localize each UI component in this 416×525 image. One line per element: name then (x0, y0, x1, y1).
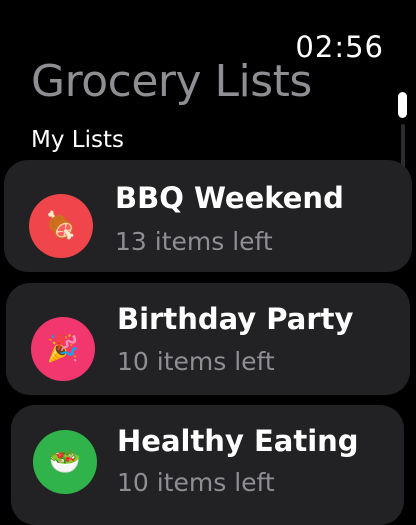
salad-icon: 🥗 (33, 430, 97, 494)
list-name: BBQ Weekend (115, 181, 344, 215)
items-left-count: 10 items left (117, 468, 275, 497)
list-card-bbq-weekend[interactable]: 🍖 BBQ Weekend 13 items left (4, 160, 412, 272)
list-card-birthday-party[interactable]: 🎉 Birthday Party 10 items left (6, 283, 410, 395)
meat-on-bone-icon: 🍖 (29, 194, 93, 258)
items-left-count: 13 items left (115, 227, 273, 256)
list-name: Birthday Party (117, 302, 354, 336)
items-left-count: 10 items left (117, 347, 275, 376)
list-card-healthy-eating[interactable]: 🥗 Healthy Eating 10 items left (11, 405, 404, 525)
list-name: Healthy Eating (117, 424, 359, 458)
section-header: My Lists (31, 127, 124, 153)
party-popper-icon: 🎉 (31, 317, 95, 381)
page-title: Grocery Lists (31, 56, 312, 107)
scroll-thumb[interactable] (398, 92, 407, 118)
